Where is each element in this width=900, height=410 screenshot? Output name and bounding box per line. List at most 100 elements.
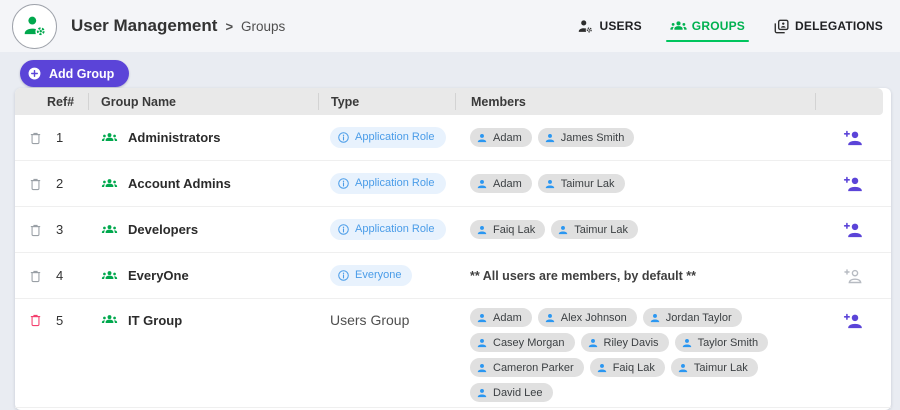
member-name: Adam <box>493 178 522 190</box>
type-label: Application Role <box>355 223 435 235</box>
member-name: Casey Morgan <box>493 337 565 349</box>
add-member-button[interactable] <box>842 174 864 194</box>
type-badge[interactable]: Everyone <box>330 265 412 286</box>
member-chip: Adam <box>470 308 532 327</box>
header-tabs: USERS GROUPS <box>576 9 900 44</box>
breadcrumb-current: Groups <box>241 19 285 34</box>
tab-users[interactable]: USERS <box>576 9 642 44</box>
member-chip: Riley Davis <box>581 333 669 352</box>
type-text: Users Group <box>330 312 409 328</box>
info-icon[interactable] <box>337 269 350 282</box>
person-icon <box>476 224 488 236</box>
members-note: ** All users are members, by default ** <box>470 269 696 283</box>
person-icon <box>476 178 488 190</box>
member-chip: Taimur Lak <box>538 174 625 193</box>
type-badge[interactable]: Application Role <box>330 219 446 240</box>
user-gear-icon <box>577 18 594 35</box>
group-name: Account Admins <box>128 176 231 191</box>
info-icon[interactable] <box>337 177 350 190</box>
member-name: Taimur Lak <box>561 178 615 190</box>
group-name: IT Group <box>128 313 182 328</box>
member-chip: Adam <box>470 128 532 147</box>
table-row: 5 IT Group Users Group <box>15 299 891 408</box>
delete-group-button[interactable] <box>28 130 43 146</box>
ref-number: 1 <box>56 130 63 145</box>
person-icon <box>649 312 661 324</box>
ref-number: 2 <box>56 176 63 191</box>
member-chip: Faiq Lak <box>470 220 545 239</box>
member-name: David Lee <box>493 387 543 399</box>
group-name: Developers <box>128 222 198 237</box>
member-chip: Casey Morgan <box>470 333 575 352</box>
person-icon <box>476 132 488 144</box>
group-icon <box>100 222 119 238</box>
person-icon <box>587 337 599 349</box>
tab-label: DELEGATIONS <box>795 19 883 33</box>
person-icon <box>681 337 693 349</box>
plus-circle-icon <box>27 66 42 81</box>
info-icon[interactable] <box>337 223 350 236</box>
member-chip: David Lee <box>470 383 553 402</box>
person-icon <box>476 387 488 399</box>
add-member-button[interactable] <box>842 311 864 331</box>
add-group-button[interactable]: Add Group <box>20 60 129 87</box>
breadcrumb-separator: > <box>225 19 233 34</box>
table-header: Ref# Group Name Type Members <box>15 88 883 115</box>
delegations-icon <box>773 18 790 35</box>
member-chip: Taimur Lak <box>551 220 638 239</box>
delete-group-button[interactable] <box>28 312 43 328</box>
table-row: 2 Account Admins <box>15 161 891 207</box>
col-header-actions <box>815 93 883 110</box>
delete-group-button[interactable] <box>28 222 43 238</box>
delete-group-button[interactable] <box>28 176 43 192</box>
add-member-button[interactable] <box>842 220 864 240</box>
add-member-button[interactable] <box>842 128 864 148</box>
member-name: Alex Johnson <box>561 312 627 324</box>
member-name: Taimur Lak <box>574 224 628 236</box>
delete-group-button[interactable] <box>28 268 43 284</box>
person-icon <box>476 337 488 349</box>
person-icon <box>557 224 569 236</box>
user-management-icon <box>22 13 48 39</box>
group-icon <box>100 176 119 192</box>
member-chip: Jordan Taylor <box>643 308 742 327</box>
type-badge[interactable]: Application Role <box>330 127 446 148</box>
member-name: Riley Davis <box>604 337 659 349</box>
group-icon <box>100 130 119 146</box>
members-cell: Faiq Lak Taimur Lak <box>455 215 815 244</box>
page-title: User Management <box>71 16 217 36</box>
col-header-type: Type <box>318 93 455 110</box>
member-name: Faiq Lak <box>613 362 655 374</box>
member-chip: Alex Johnson <box>538 308 637 327</box>
person-icon <box>476 362 488 374</box>
members-cell: Adam Alex Johnson Jordan Taylor Casey Mo… <box>455 299 815 407</box>
info-icon[interactable] <box>337 131 350 144</box>
tab-delegations[interactable]: DELEGATIONS <box>772 9 884 44</box>
tab-label: USERS <box>599 19 641 33</box>
type-label: Application Role <box>355 177 435 189</box>
add-group-label: Add Group <box>49 67 114 81</box>
tab-groups[interactable]: GROUPS <box>669 9 746 44</box>
member-chip: Faiq Lak <box>590 358 665 377</box>
person-icon <box>544 178 556 190</box>
member-name: Adam <box>493 312 522 324</box>
person-icon <box>476 312 488 324</box>
table-row: 1 Administrators <box>15 115 891 161</box>
member-name: Faiq Lak <box>493 224 535 236</box>
type-badge[interactable]: Application Role <box>330 173 446 194</box>
member-name: Jordan Taylor <box>666 312 732 324</box>
person-icon <box>677 362 689 374</box>
member-chip: Taimur Lak <box>671 358 758 377</box>
tab-label: GROUPS <box>692 19 745 33</box>
type-label: Application Role <box>355 131 435 143</box>
groups-table: Ref# Group Name Type Members 1 <box>15 88 891 410</box>
ref-number: 5 <box>56 313 63 328</box>
group-icon <box>100 268 119 284</box>
members-cell: Adam Taimur Lak <box>455 169 815 198</box>
group-icon <box>670 18 687 35</box>
member-chip: Cameron Parker <box>470 358 584 377</box>
table-row: 3 Developers <box>15 207 891 253</box>
member-name: James Smith <box>561 132 625 144</box>
table-body: 1 Administrators <box>15 115 891 408</box>
member-name: Adam <box>493 132 522 144</box>
